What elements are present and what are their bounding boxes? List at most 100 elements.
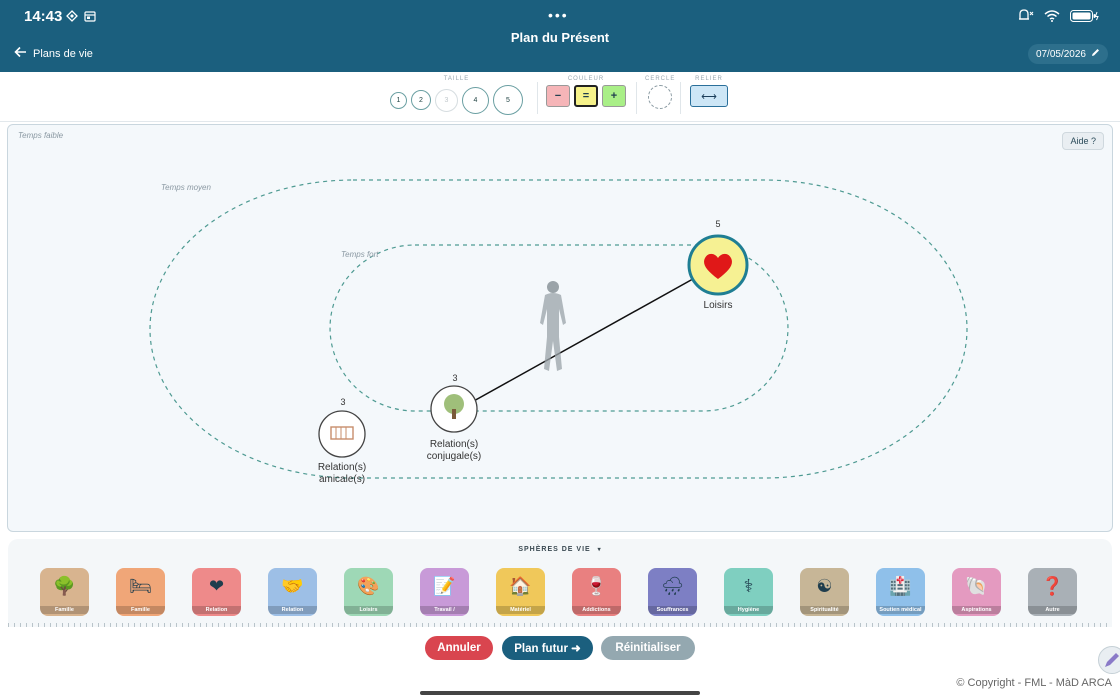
- sphere-label: Autre: [1028, 606, 1077, 614]
- zone-label-medium: Temps moyen: [161, 183, 211, 192]
- size-1-button[interactable]: 1: [390, 91, 407, 109]
- color-minus-button[interactable]: −: [546, 85, 570, 107]
- sphere-icon: 🐚: [965, 575, 988, 596]
- sphere-label: Loisirs: [344, 606, 393, 614]
- sphere-label: Relation: [192, 606, 241, 614]
- sphere-tile[interactable]: 🌳 Famille: [40, 568, 89, 616]
- sphere-tile[interactable]: 🏥 Soutien médical: [876, 568, 925, 616]
- sphere-label: Matériel: [496, 606, 545, 614]
- copyright-text: © Copyright - FML - MàD ARCA: [956, 677, 1112, 689]
- link-group: RELIER ⟷: [690, 76, 728, 107]
- sphere-label: Hygiène: [724, 606, 773, 614]
- circle-tool-button[interactable]: [648, 85, 673, 109]
- wifi-icon: [1044, 9, 1060, 27]
- sphere-tile[interactable]: 📝 Travail /: [420, 568, 469, 616]
- node-label-line: Relation(s): [317, 462, 367, 473]
- node-relation-conjugale: [430, 385, 478, 433]
- color-plus-button[interactable]: +: [602, 85, 626, 107]
- sphere-label: Relation: [268, 606, 317, 614]
- sphere-tile[interactable]: 🐚 Aspirations: [952, 568, 1001, 616]
- sphere-icon: 🏠: [509, 575, 532, 596]
- node-label-line: amicale(s): [318, 474, 366, 485]
- status-time: 14:43: [24, 8, 63, 25]
- sphere-icon: 🌳: [53, 575, 76, 596]
- sphere-label: Travail /: [420, 606, 469, 614]
- node-size-conjugale: 3: [452, 373, 458, 383]
- sphere-tile[interactable]: 🌧 Souffrances: [648, 568, 697, 616]
- multitask-dots[interactable]: •••: [548, 7, 569, 23]
- sphere-icon: ❓: [1041, 575, 1064, 596]
- status-icons-left: [66, 9, 96, 22]
- sphere-label: Famille: [116, 606, 165, 614]
- arrow-left-icon: [14, 46, 27, 61]
- link-tool-button[interactable]: ⟷: [690, 85, 728, 107]
- cancel-button[interactable]: Annuler: [425, 636, 493, 660]
- sphere-label: Spiritualité: [800, 606, 849, 614]
- color-equal-button[interactable]: =: [574, 85, 598, 107]
- sphere-icon: 🤝: [281, 575, 304, 596]
- pencil-fab-icon[interactable]: [1098, 646, 1120, 674]
- bell-muted-icon: [1016, 8, 1034, 27]
- node-label-amicale[interactable]: Relation(s) amicale(s): [292, 462, 392, 486]
- sphere-label: Soutien médical: [876, 606, 925, 614]
- spheres-title[interactable]: SPHÈRES DE VIE ▾: [8, 546, 1112, 553]
- sphere-tile[interactable]: ❓ Autre: [1028, 568, 1077, 616]
- zone-label-high: Temps fort: [341, 250, 379, 259]
- sphere-icon: ☯: [816, 575, 833, 596]
- node-label-line: conjugale(s): [426, 451, 482, 462]
- sphere-icon: 🎨: [357, 575, 380, 596]
- help-button[interactable]: Aide ?: [1062, 132, 1104, 150]
- sphere-icon: 🍷: [585, 575, 608, 596]
- node-size-loisirs: 5: [715, 219, 721, 229]
- sphere-tile[interactable]: 🤝 Relation: [268, 568, 317, 616]
- link-label: RELIER: [695, 76, 723, 82]
- zone-label-low: Temps faible: [18, 131, 64, 140]
- back-button-label: Plans de vie: [33, 47, 93, 60]
- node-label-conjugale[interactable]: Relation(s) conjugale(s): [404, 439, 504, 463]
- sphere-icon: 🌧: [661, 575, 684, 596]
- node-label-line: Relation(s): [429, 439, 479, 450]
- sphere-list: 🌳 Famille 🛏 Famille ❤ Relation 🤝 Relation 🎨 Loisi…: [40, 568, 1077, 616]
- size-5-button[interactable]: 5: [493, 85, 523, 115]
- future-plan-button[interactable]: Plan futur ➜: [502, 636, 593, 660]
- sphere-tile[interactable]: ⚕ Hygiène: [724, 568, 773, 616]
- sphere-icon: 🏥: [889, 575, 912, 596]
- app-header: 14:43 ••• Plan du Présent Plans de vie 0…: [0, 0, 1120, 72]
- sphere-label: Aspirations: [952, 606, 1001, 614]
- toolbar-divider: [680, 82, 681, 114]
- back-button[interactable]: Plans de vie: [14, 46, 93, 61]
- size-2-button[interactable]: 2: [411, 90, 431, 110]
- size-4-button[interactable]: 4: [462, 86, 489, 114]
- node-relation-amicale: [318, 410, 366, 458]
- node-label-line: Loisirs: [703, 300, 733, 311]
- toolbar-divider: [537, 82, 538, 114]
- sphere-tile[interactable]: 🏠 Matériel: [496, 568, 545, 616]
- color-label: COULEUR: [567, 76, 605, 82]
- sphere-tile[interactable]: 🍷 Addictions: [572, 568, 621, 616]
- circle-group: CERCLE: [645, 76, 675, 109]
- sphere-tile[interactable]: 🎨 Loisirs: [344, 568, 393, 616]
- sphere-tile[interactable]: ❤ Relation: [192, 568, 241, 616]
- sphere-tile[interactable]: ☯ Spiritualité: [800, 568, 849, 616]
- sphere-scroll-ruler[interactable]: [8, 623, 1112, 627]
- pencil-icon: [1091, 48, 1100, 60]
- life-plan-canvas[interactable]: Temps faible Temps moyen Temps fort Aide…: [7, 124, 1113, 532]
- sphere-label: Famille: [40, 606, 89, 614]
- sphere-label: Souffrances: [648, 606, 697, 614]
- circle-label: CERCLE: [645, 76, 676, 82]
- calendar-icon: [84, 9, 96, 22]
- color-group: COULEUR − = +: [546, 76, 626, 107]
- page-title: Plan du Présent: [510, 30, 610, 45]
- node-loisirs: [687, 234, 749, 296]
- battery-icon: [1070, 9, 1100, 27]
- date-selector[interactable]: 07/05/2026: [1027, 44, 1108, 64]
- sphere-label: Addictions: [572, 606, 621, 614]
- sphere-icon: 📝: [433, 575, 456, 596]
- size-3-button[interactable]: 3: [435, 88, 458, 112]
- size-group: TAILLE 1 2 3 4 5: [390, 76, 523, 115]
- home-indicator[interactable]: [420, 691, 700, 695]
- reset-button[interactable]: Réinitialiser: [601, 636, 695, 660]
- chevron-down-icon: ▾: [597, 547, 602, 553]
- node-label-loisirs[interactable]: Loisirs: [668, 300, 768, 312]
- sphere-tile[interactable]: 🛏 Famille: [116, 568, 165, 616]
